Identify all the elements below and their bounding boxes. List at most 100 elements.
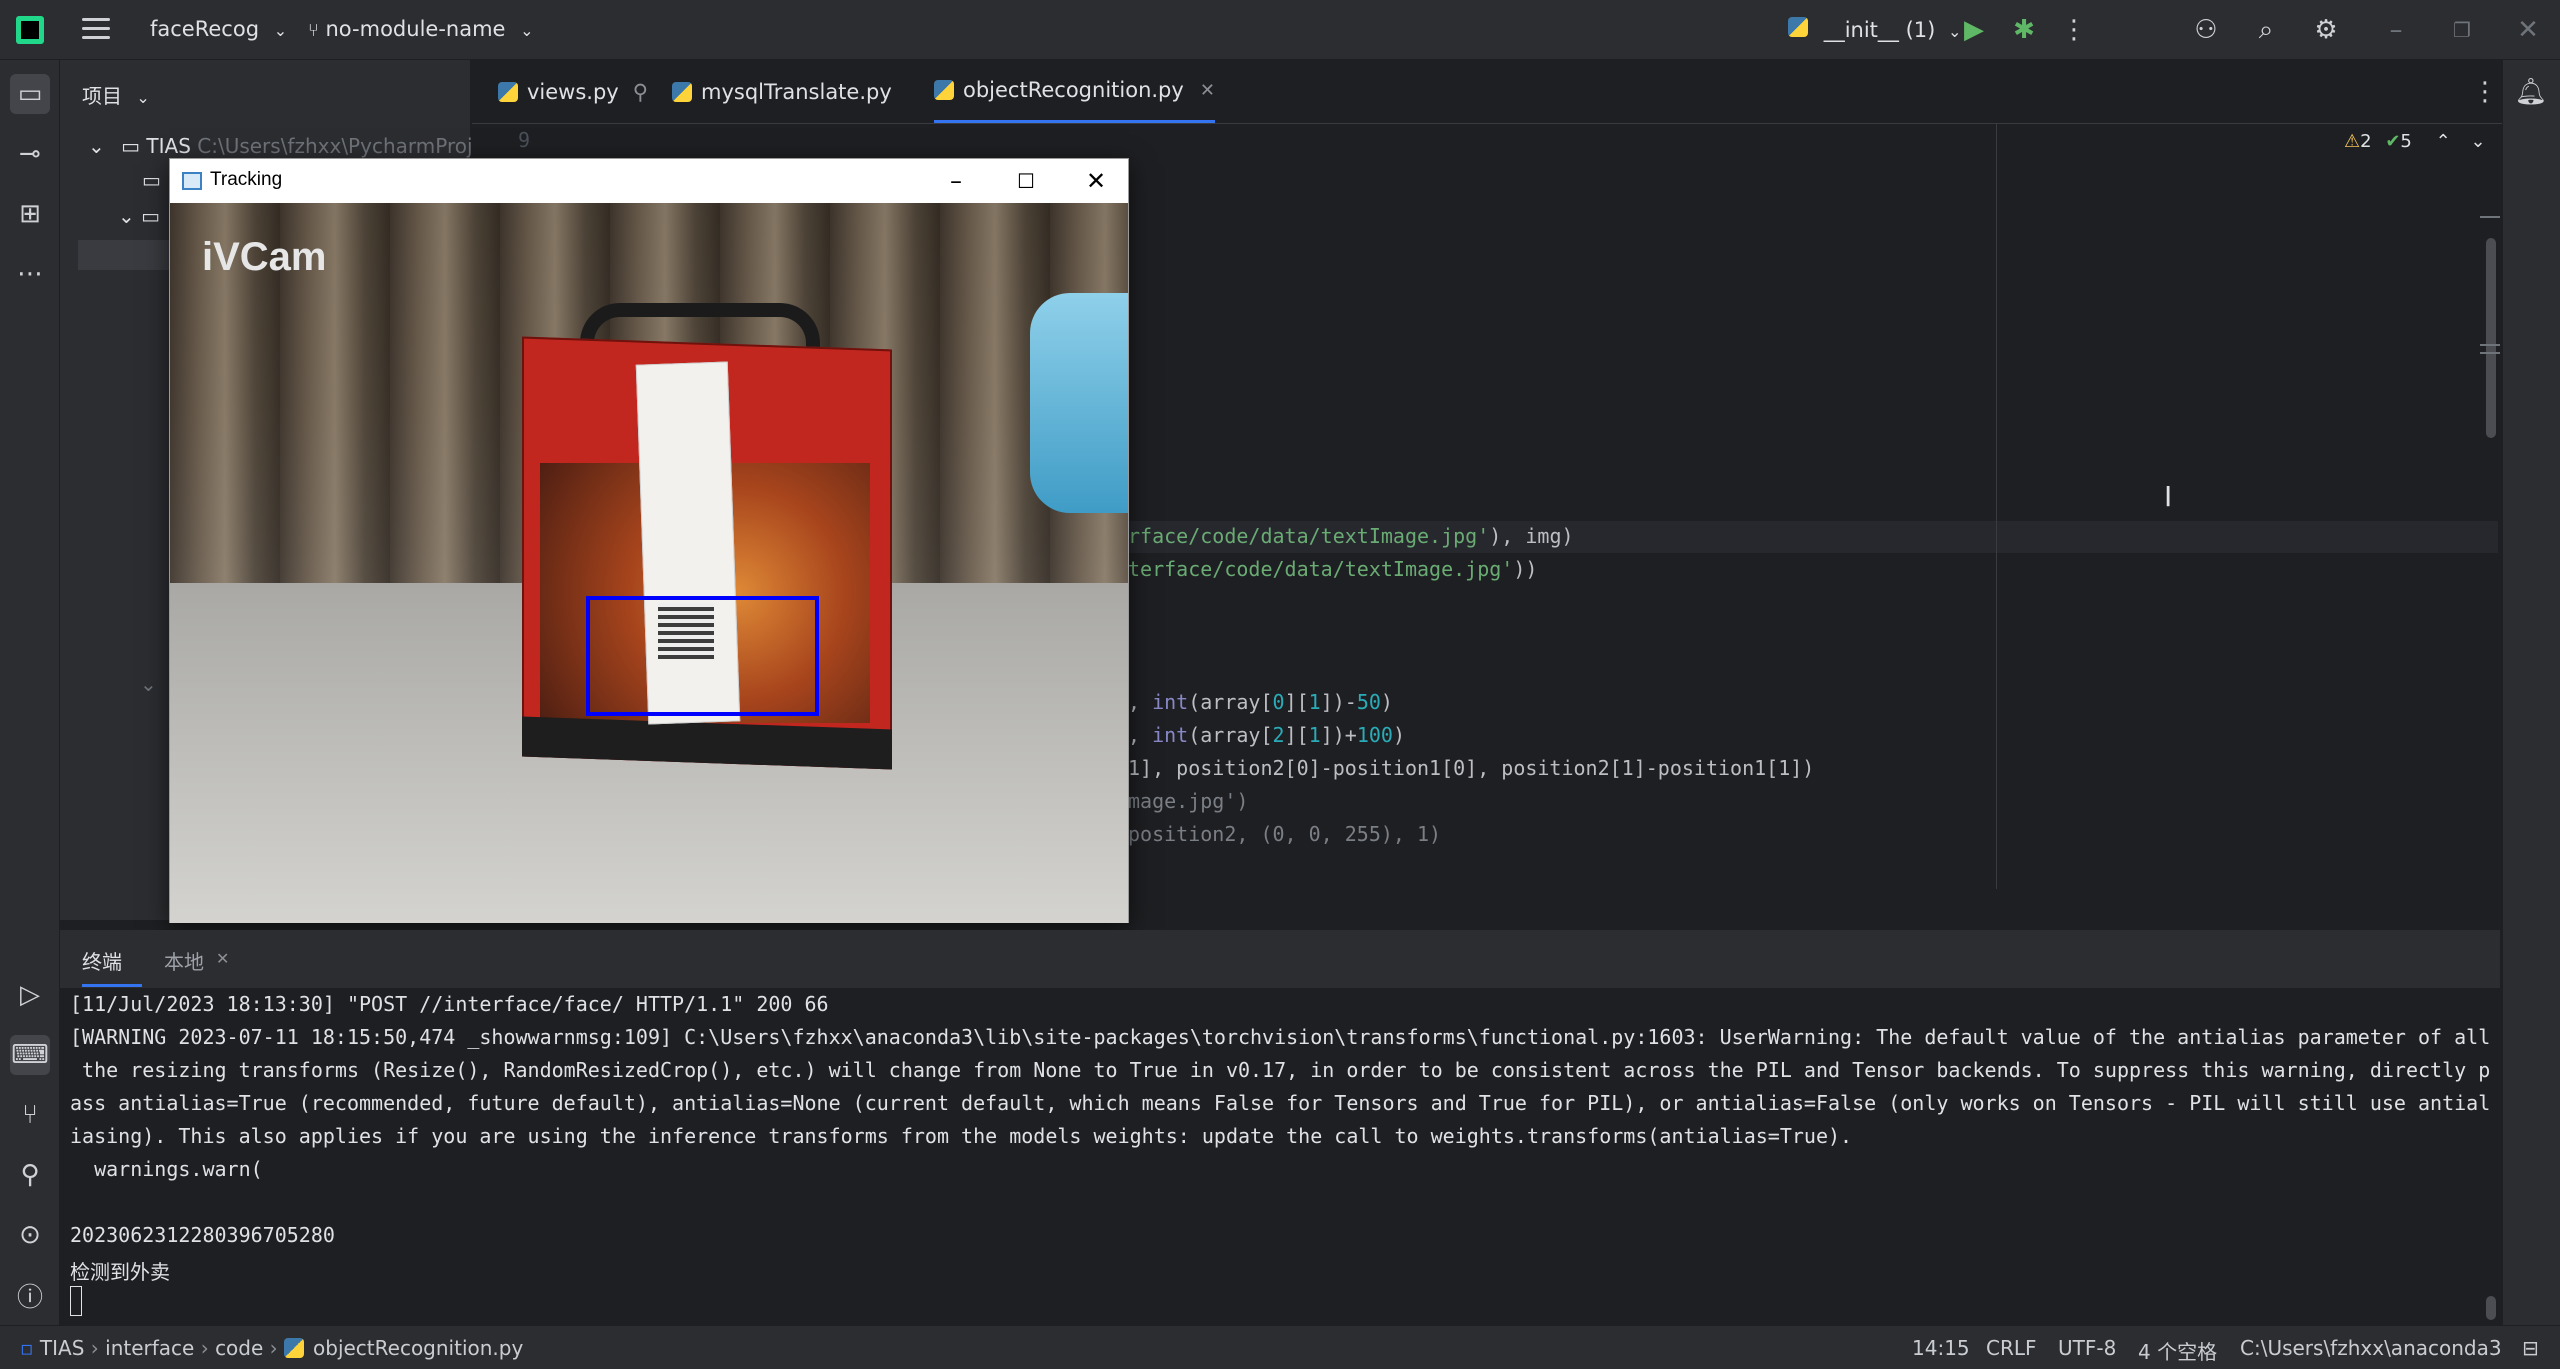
run-config-selector[interactable]: __init__ (1) ⌄ bbox=[1788, 17, 1961, 42]
editor-scrollbar[interactable] bbox=[2486, 238, 2496, 438]
project-folder-icon[interactable]: ▭ bbox=[10, 74, 50, 114]
ivcam-watermark: iVCam bbox=[202, 235, 327, 279]
code-text: ])+ bbox=[1320, 723, 1357, 747]
run-config-name: __init__ (1) bbox=[1823, 18, 1936, 42]
tab-mysqltranslate[interactable]: mysqlTranslate.py bbox=[672, 60, 892, 123]
more-actions-icon[interactable]: ⋮ bbox=[2058, 14, 2090, 46]
chevron-down-icon: ⌄ bbox=[273, 21, 288, 40]
tab-views[interactable]: views.py ⚲ bbox=[498, 60, 648, 123]
chevron-right-icon: › bbox=[269, 1336, 285, 1360]
terminal-cursor[interactable] bbox=[70, 1286, 82, 1316]
terminal-tool-icon[interactable]: ⌨ bbox=[10, 1035, 50, 1075]
more-tools-icon[interactable]: ⋯ bbox=[10, 254, 50, 294]
close-tab-icon[interactable]: ✕ bbox=[216, 949, 229, 968]
python-console-icon[interactable]: ⚲ bbox=[10, 1155, 50, 1195]
python-interpreter[interactable]: C:\Users\fzhxx\anaconda3 bbox=[2240, 1336, 2502, 1360]
camera-frame: iVCam bbox=[170, 203, 1128, 923]
services-icon[interactable]: ⊙ bbox=[10, 1215, 50, 1255]
branch-switcher[interactable]: ⑂ no-module-name ⌄ bbox=[308, 17, 534, 41]
minimize-icon[interactable]: – bbox=[940, 165, 972, 197]
add-user-icon[interactable]: ⚇ bbox=[2190, 14, 2222, 46]
close-tab-icon[interactable]: ✕ bbox=[1200, 80, 1215, 101]
settings-gear-icon[interactable]: ⚙ bbox=[2310, 14, 2342, 46]
chevron-down-icon[interactable]: ⌄ bbox=[140, 672, 157, 696]
close-icon[interactable]: ✕ bbox=[2512, 14, 2544, 46]
main-menu-icon[interactable] bbox=[82, 18, 110, 42]
warning-count: 2 bbox=[2360, 131, 2372, 152]
run-icon[interactable]: ▶ bbox=[1958, 14, 1990, 46]
left-tool-strip: ▭ ⊸ ⊞ ⋯ ▷ ⌨ ⑂ ⚲ ⊙ ⓘ bbox=[0, 60, 60, 1325]
python-file-icon bbox=[498, 81, 518, 102]
tree-root-name: TIAS bbox=[146, 134, 191, 158]
minimize-icon[interactable]: – bbox=[2380, 14, 2412, 46]
tab-terminal[interactable]: 终端 bbox=[82, 946, 122, 975]
chevron-down-icon: ⌄ bbox=[520, 21, 534, 40]
code-line[interactable]: , int(array[0][1])-50) bbox=[1128, 690, 1393, 714]
warning-icon: ⚠ bbox=[2344, 131, 2361, 152]
run-tool-icon[interactable]: ▷ bbox=[10, 975, 50, 1015]
tab-label: views.py bbox=[527, 79, 619, 104]
breadcrumb-item[interactable]: TIAS bbox=[40, 1336, 85, 1360]
structure-icon[interactable]: ⊞ bbox=[10, 194, 50, 234]
code-line[interactable]: 1], position2[0]-position1[0], position2… bbox=[1128, 756, 1814, 780]
project-panel-title: 项目 bbox=[82, 84, 122, 108]
code-line[interactable]: terface/code/data/textImage.jpg')) bbox=[1128, 557, 1537, 581]
terminal-output[interactable]: [11/Jul/2023 18:13:30] "POST //interface… bbox=[60, 988, 2500, 1326]
tree-folder-row[interactable]: ⌄ ▭ bbox=[118, 204, 160, 228]
terminal-line: 检测到外卖 bbox=[70, 1260, 170, 1284]
lock-icon[interactable]: ⊟ bbox=[2522, 1336, 2539, 1360]
project-panel-header[interactable]: 项目 ⌄ bbox=[82, 80, 150, 109]
breadcrumb-item[interactable]: interface bbox=[105, 1336, 194, 1360]
tab-local[interactable]: 本地 bbox=[164, 946, 204, 975]
tracking-window[interactable]: Tracking – ☐ ✕ iVCam bbox=[169, 158, 1129, 923]
pin-icon[interactable]: ⚲ bbox=[633, 80, 648, 104]
maximize-icon[interactable]: ☐ bbox=[1010, 165, 1042, 197]
terminal-scrollbar[interactable] bbox=[2486, 1296, 2496, 1320]
tab-objectrecognition[interactable]: objectRecognition.py ✕ bbox=[934, 60, 1215, 123]
notifications-bell-icon[interactable]: 🔔︎ bbox=[2511, 72, 2551, 112]
code-number: 1 bbox=[1308, 690, 1321, 714]
code-number: 2 bbox=[1272, 723, 1285, 747]
close-icon[interactable]: ✕ bbox=[1080, 165, 1112, 197]
folder-icon[interactable]: ▭ bbox=[142, 168, 161, 192]
project-switcher[interactable]: faceRecog ⌄ bbox=[150, 17, 287, 41]
code-line[interactable]: , int(array[2][1])+100) bbox=[1128, 723, 1405, 747]
chevron-up-icon[interactable]: ⌃ bbox=[2436, 131, 2451, 152]
search-icon[interactable]: ⌕ bbox=[2250, 14, 2282, 46]
line-number: 9 bbox=[518, 128, 531, 152]
branch-name: no-module-name bbox=[325, 17, 506, 41]
tab-label: objectRecognition.py bbox=[963, 78, 1184, 102]
tree-selected-row[interactable] bbox=[78, 240, 178, 270]
code-number: 0 bbox=[1272, 690, 1285, 714]
inspection-widget[interactable]: ⚠2 ✔5 ⌃ ⌄ bbox=[2344, 131, 2486, 152]
line-separator[interactable]: CRLF bbox=[1986, 1336, 2037, 1360]
debug-icon[interactable]: ✱ bbox=[2008, 14, 2040, 46]
check-icon: ✔ bbox=[2385, 131, 2401, 152]
code-line[interactable]: position2, (0, 0, 255), 1) bbox=[1128, 822, 1441, 846]
restore-icon[interactable]: ❐ bbox=[2446, 14, 2478, 46]
file-encoding[interactable]: UTF-8 bbox=[2058, 1336, 2116, 1360]
commit-icon[interactable]: ⊸ bbox=[10, 134, 50, 174]
breadcrumb-item[interactable]: objectRecognition.py bbox=[313, 1336, 523, 1360]
code-line[interactable]: mage.jpg') bbox=[1128, 789, 1248, 813]
tracking-window-titlebar[interactable]: Tracking – ☐ ✕ bbox=[170, 159, 1128, 203]
problems-icon[interactable]: ⓘ bbox=[10, 1275, 50, 1315]
indent-setting[interactable]: 4 个空格 bbox=[2138, 1336, 2217, 1365]
scroll-marker bbox=[2480, 216, 2500, 218]
breadcrumb-item[interactable]: code bbox=[215, 1336, 263, 1360]
chevron-down-icon: ⌄ bbox=[136, 88, 150, 107]
chevron-down-icon[interactable]: ⌄ bbox=[2470, 131, 2485, 152]
tracking-window-title: Tracking bbox=[210, 169, 283, 190]
code-line[interactable]: rface/code/data/textImage.jpg'), img) bbox=[1128, 524, 1574, 548]
project-name: faceRecog bbox=[150, 17, 260, 41]
ok-count: 5 bbox=[2400, 131, 2412, 152]
code-text: , bbox=[1128, 723, 1153, 747]
git-tool-icon[interactable]: ⑂ bbox=[10, 1095, 50, 1135]
tab-options-icon[interactable]: ⋮ bbox=[2472, 60, 2498, 123]
caret-position[interactable]: 14:15 bbox=[1912, 1336, 1970, 1360]
terminal-line: [WARNING 2023-07-11 18:15:50,474 _showwa… bbox=[70, 1025, 2491, 1049]
tree-root-row[interactable]: ⌄ ▭ TIAS C:\Users\fzhxx\PycharmProjec bbox=[88, 134, 496, 158]
terminal-line: [11/Jul/2023 18:13:30] "POST //interface… bbox=[70, 992, 829, 1016]
code-text: ][ bbox=[1284, 690, 1309, 714]
window-app-icon bbox=[182, 172, 202, 190]
